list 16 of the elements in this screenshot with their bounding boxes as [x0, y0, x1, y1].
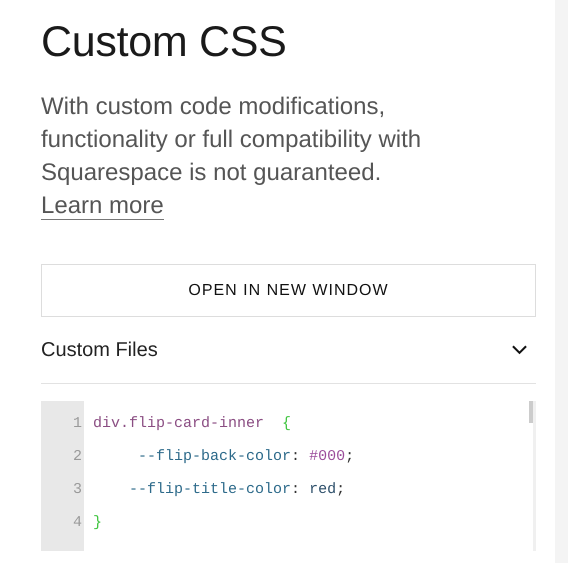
open-in-new-window-button[interactable]: OPEN IN NEW WINDOW	[41, 264, 536, 317]
scrollbar-thumb[interactable]	[529, 401, 533, 423]
code-editor[interactable]: 1 2 3 4 div.flip-card-inner { --flip-back-color: #000; --flip-title-color: red; }	[41, 401, 536, 551]
page-title: Custom CSS	[41, 18, 288, 66]
code-line: --flip-back-color: #000;	[137, 447, 354, 467]
code-line: div.flip-card-inner {	[93, 414, 292, 434]
line-number: 4	[72, 513, 83, 533]
line-number: 2	[72, 447, 83, 467]
description-text: With custom code modifications, functionality or full compatibility with Squarespace is not guaranteed. Learn more	[41, 92, 422, 222]
learn-more-link[interactable]: Learn more	[41, 192, 164, 220]
code-line: --flip-title-color: red;	[128, 480, 346, 500]
section-title: Custom Files	[41, 338, 158, 362]
line-number: 1	[72, 414, 83, 434]
chevron-down-icon[interactable]	[512, 345, 527, 355]
line-number: 3	[72, 480, 83, 500]
code-line: }	[93, 513, 104, 533]
